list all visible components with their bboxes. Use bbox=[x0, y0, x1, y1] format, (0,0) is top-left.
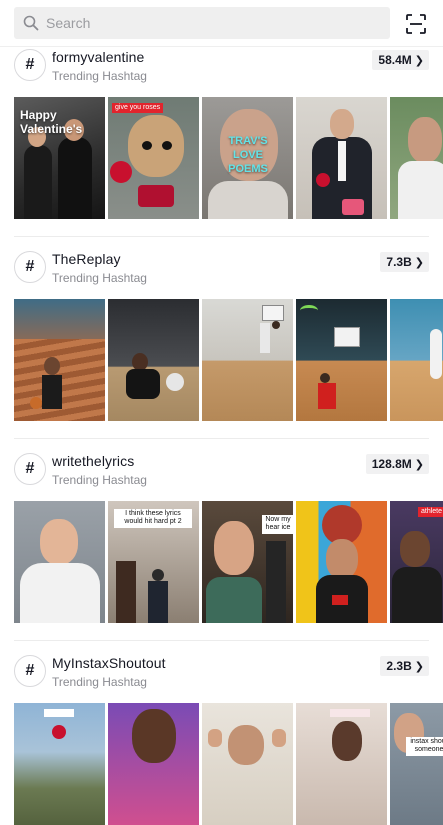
hashtag-subtitle: Trending Hashtag bbox=[52, 473, 147, 487]
view-count: 58.4M bbox=[378, 53, 412, 67]
thumbnail-caption: Now my hear ice bbox=[262, 515, 293, 534]
video-thumbnail[interactable] bbox=[296, 501, 387, 623]
video-thumbnail[interactable] bbox=[296, 299, 387, 421]
thumbnail-strip: Happy Valentine's give you roses TRAV'S … bbox=[14, 97, 443, 219]
view-count-badge[interactable]: 7.3B ❯ bbox=[380, 252, 429, 272]
video-thumbnail[interactable]: athlete ed bbox=[390, 501, 443, 623]
video-thumbnail[interactable] bbox=[108, 703, 199, 825]
scan-icon[interactable] bbox=[405, 13, 427, 35]
hashtag-title[interactable]: writethelyrics bbox=[52, 453, 134, 469]
thumbnail-caption: TRAV'S LOVE POEMS bbox=[228, 135, 268, 175]
video-thumbnail[interactable] bbox=[14, 703, 105, 825]
video-thumbnail[interactable] bbox=[390, 299, 443, 421]
video-thumbnail[interactable] bbox=[390, 97, 443, 219]
video-thumbnail[interactable]: Now my hear ice bbox=[202, 501, 293, 623]
thumbnail-caption: Happy Valentine's bbox=[20, 108, 83, 136]
video-thumbnail[interactable] bbox=[14, 299, 105, 421]
hashtag-icon: # bbox=[14, 49, 46, 81]
hashtag-subtitle: Trending Hashtag bbox=[52, 69, 147, 83]
chevron-right-icon: ❯ bbox=[414, 256, 424, 269]
video-thumbnail[interactable]: Happy Valentine's bbox=[14, 97, 105, 219]
hashtag-title[interactable]: TheReplay bbox=[52, 251, 121, 267]
view-count: 128.8M bbox=[371, 457, 412, 471]
view-count-badge[interactable]: 58.4M ❯ bbox=[372, 50, 429, 70]
view-count-badge[interactable]: 128.8M ❯ bbox=[365, 454, 429, 474]
video-thumbnail[interactable]: TRAV'S LOVE POEMS bbox=[202, 97, 293, 219]
chevron-right-icon: ❯ bbox=[414, 54, 424, 67]
search-placeholder: Search bbox=[46, 15, 91, 31]
video-thumbnail[interactable] bbox=[202, 703, 293, 825]
thumbnail-caption: I think these lyrics would hit hard pt 2 bbox=[114, 509, 192, 528]
search-bar[interactable]: Search bbox=[14, 7, 390, 39]
hashtag-section-myinstaxshoutout[interactable]: # MyInstaxShoutout Trending Hashtag 2.3B… bbox=[0, 653, 443, 825]
view-count: 2.3B bbox=[386, 659, 412, 673]
video-thumbnail[interactable]: I think these lyrics would hit hard pt 2 bbox=[108, 501, 199, 623]
video-thumbnail[interactable]: give you roses bbox=[108, 97, 199, 219]
hashtag-subtitle: Trending Hashtag bbox=[52, 271, 147, 285]
hashtag-icon: # bbox=[14, 655, 46, 687]
thumbnail-caption: give you roses bbox=[112, 103, 164, 114]
thumbnail-strip: I think these lyrics would hit hard pt 2… bbox=[14, 501, 443, 623]
video-thumbnail[interactable]: instax shout someone bbox=[390, 703, 443, 825]
hashtag-icon: # bbox=[14, 453, 46, 485]
thumbnail-strip: instax shout someone bbox=[14, 703, 443, 825]
thumbnail-caption: instax shout someone bbox=[406, 737, 443, 756]
thumbnail-caption: athlete ed bbox=[418, 507, 443, 518]
hashtag-section-writethelyrics[interactable]: # writethelyrics Trending Hashtag 128.8M… bbox=[0, 451, 443, 623]
hashtag-title[interactable]: MyInstaxShoutout bbox=[52, 655, 166, 671]
search-icon bbox=[23, 15, 39, 31]
view-count-badge[interactable]: 2.3B ❯ bbox=[380, 656, 429, 676]
top-bar: Search bbox=[0, 0, 443, 47]
hashtag-section-formyvalentine[interactable]: # formyvalentine Trending Hashtag 58.4M … bbox=[0, 47, 443, 219]
section-divider bbox=[14, 236, 429, 237]
section-divider bbox=[14, 438, 429, 439]
video-thumbnail[interactable] bbox=[296, 97, 387, 219]
hashtag-title[interactable]: formyvalentine bbox=[52, 49, 144, 65]
hashtag-icon: # bbox=[14, 251, 46, 283]
hashtag-section-thereplay[interactable]: # TheReplay Trending Hashtag 7.3B ❯ bbox=[0, 249, 443, 421]
view-count: 7.3B bbox=[386, 255, 412, 269]
chevron-right-icon: ❯ bbox=[414, 458, 424, 471]
chevron-right-icon: ❯ bbox=[414, 660, 424, 673]
video-thumbnail[interactable] bbox=[202, 299, 293, 421]
section-divider bbox=[14, 640, 429, 641]
video-thumbnail[interactable] bbox=[14, 501, 105, 623]
video-thumbnail[interactable] bbox=[108, 299, 199, 421]
hashtag-subtitle: Trending Hashtag bbox=[52, 675, 147, 689]
thumbnail-strip bbox=[14, 299, 443, 421]
video-thumbnail[interactable] bbox=[296, 703, 387, 825]
